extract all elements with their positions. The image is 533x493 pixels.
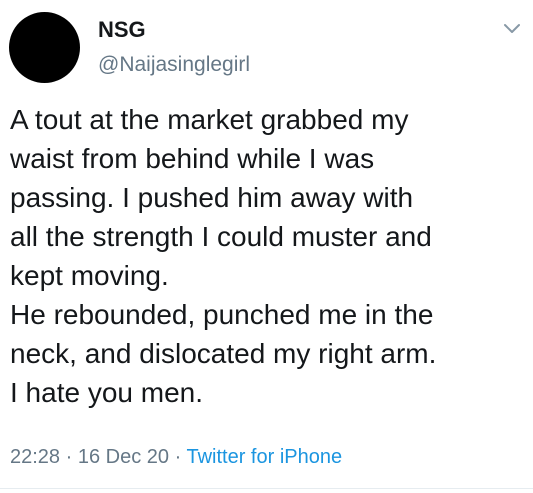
tweet-text-line: I hate you men.: [10, 377, 204, 408]
tweet-text-line: waist from behind while I was: [10, 143, 375, 174]
tweet-text-line: passing. I pushed him away with: [10, 182, 414, 213]
tweet-text-line: kept moving.: [10, 260, 169, 291]
tweet-text-line: neck, and dislocated my right arm.: [10, 338, 437, 369]
author-name[interactable]: NSG: [98, 17, 146, 43]
tweet-date[interactable]: 16 Dec 20: [78, 446, 169, 468]
tweet-text-line: He rebounded, punched me in the: [10, 299, 434, 330]
tweet-time[interactable]: 22:28: [10, 446, 60, 468]
tweet-source-link[interactable]: Twitter for iPhone: [186, 446, 342, 468]
tweet-text: A tout at the market grabbed my waist fr…: [10, 100, 525, 412]
tweet-text-line: A tout at the market grabbed my: [10, 104, 409, 135]
tweet-card: NSG @Naijasinglegirl A tout at the marke…: [0, 0, 533, 493]
author-handle[interactable]: @Naijasinglegirl: [98, 53, 250, 77]
meta-separator: ·: [65, 446, 73, 468]
chevron-down-icon[interactable]: [503, 22, 521, 36]
tweet-meta: 22:28 · 16 Dec 20 · Twitter for iPhone: [10, 444, 342, 470]
meta-separator: ·: [174, 446, 182, 468]
avatar[interactable]: [9, 12, 80, 83]
tweet-text-line: all the strength I could muster and: [10, 221, 432, 252]
divider: [0, 488, 533, 489]
